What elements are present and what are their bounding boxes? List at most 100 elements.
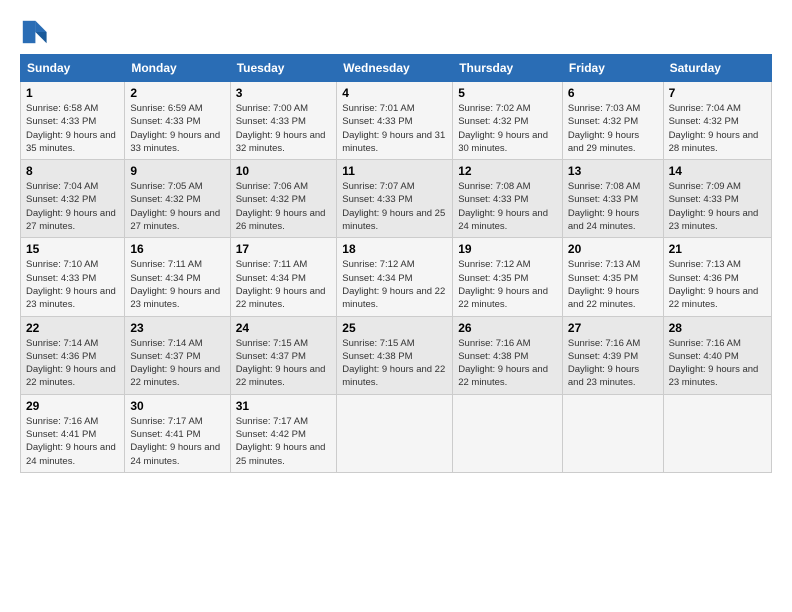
header-friday: Friday <box>562 55 663 82</box>
day-number: 14 <box>669 164 766 178</box>
day-number: 28 <box>669 321 766 335</box>
day-cell <box>562 394 663 472</box>
day-cell: 27 Sunrise: 7:16 AMSunset: 4:39 PMDaylig… <box>562 316 663 394</box>
page: SundayMondayTuesdayWednesdayThursdayFrid… <box>0 0 792 485</box>
day-cell: 8 Sunrise: 7:04 AMSunset: 4:32 PMDayligh… <box>21 160 125 238</box>
week-row-5: 29 Sunrise: 7:16 AMSunset: 4:41 PMDaylig… <box>21 394 772 472</box>
day-cell: 31 Sunrise: 7:17 AMSunset: 4:42 PMDaylig… <box>230 394 337 472</box>
day-cell: 9 Sunrise: 7:05 AMSunset: 4:32 PMDayligh… <box>125 160 230 238</box>
day-number: 27 <box>568 321 658 335</box>
day-cell: 2 Sunrise: 6:59 AMSunset: 4:33 PMDayligh… <box>125 82 230 160</box>
week-row-2: 8 Sunrise: 7:04 AMSunset: 4:32 PMDayligh… <box>21 160 772 238</box>
calendar-table: SundayMondayTuesdayWednesdayThursdayFrid… <box>20 54 772 473</box>
day-number: 17 <box>236 242 332 256</box>
day-info: Sunrise: 7:16 AMSunset: 4:40 PMDaylight:… <box>669 337 766 390</box>
day-info: Sunrise: 7:15 AMSunset: 4:38 PMDaylight:… <box>342 337 447 390</box>
day-number: 22 <box>26 321 119 335</box>
day-cell: 23 Sunrise: 7:14 AMSunset: 4:37 PMDaylig… <box>125 316 230 394</box>
day-cell: 26 Sunrise: 7:16 AMSunset: 4:38 PMDaylig… <box>453 316 563 394</box>
day-cell: 24 Sunrise: 7:15 AMSunset: 4:37 PMDaylig… <box>230 316 337 394</box>
day-cell: 21 Sunrise: 7:13 AMSunset: 4:36 PMDaylig… <box>663 238 771 316</box>
day-cell: 4 Sunrise: 7:01 AMSunset: 4:33 PMDayligh… <box>337 82 453 160</box>
header <box>20 18 772 46</box>
day-cell: 5 Sunrise: 7:02 AMSunset: 4:32 PMDayligh… <box>453 82 563 160</box>
day-info: Sunrise: 7:09 AMSunset: 4:33 PMDaylight:… <box>669 180 766 233</box>
day-cell: 16 Sunrise: 7:11 AMSunset: 4:34 PMDaylig… <box>125 238 230 316</box>
day-number: 31 <box>236 399 332 413</box>
day-cell: 6 Sunrise: 7:03 AMSunset: 4:32 PMDayligh… <box>562 82 663 160</box>
day-info: Sunrise: 7:13 AMSunset: 4:36 PMDaylight:… <box>669 258 766 311</box>
day-info: Sunrise: 7:16 AMSunset: 4:41 PMDaylight:… <box>26 415 119 468</box>
day-info: Sunrise: 7:12 AMSunset: 4:34 PMDaylight:… <box>342 258 447 311</box>
day-info: Sunrise: 7:07 AMSunset: 4:33 PMDaylight:… <box>342 180 447 233</box>
day-number: 30 <box>130 399 224 413</box>
header-monday: Monday <box>125 55 230 82</box>
day-cell: 22 Sunrise: 7:14 AMSunset: 4:36 PMDaylig… <box>21 316 125 394</box>
day-cell: 14 Sunrise: 7:09 AMSunset: 4:33 PMDaylig… <box>663 160 771 238</box>
day-number: 11 <box>342 164 447 178</box>
header-wednesday: Wednesday <box>337 55 453 82</box>
day-number: 26 <box>458 321 557 335</box>
logo-icon <box>20 18 48 46</box>
day-cell: 30 Sunrise: 7:17 AMSunset: 4:41 PMDaylig… <box>125 394 230 472</box>
day-number: 3 <box>236 86 332 100</box>
day-number: 25 <box>342 321 447 335</box>
day-info: Sunrise: 7:04 AMSunset: 4:32 PMDaylight:… <box>26 180 119 233</box>
day-cell <box>453 394 563 472</box>
day-number: 16 <box>130 242 224 256</box>
day-number: 23 <box>130 321 224 335</box>
day-number: 12 <box>458 164 557 178</box>
day-cell: 20 Sunrise: 7:13 AMSunset: 4:35 PMDaylig… <box>562 238 663 316</box>
calendar-header-row: SundayMondayTuesdayWednesdayThursdayFrid… <box>21 55 772 82</box>
day-cell: 7 Sunrise: 7:04 AMSunset: 4:32 PMDayligh… <box>663 82 771 160</box>
day-info: Sunrise: 7:05 AMSunset: 4:32 PMDaylight:… <box>130 180 224 233</box>
day-number: 7 <box>669 86 766 100</box>
week-row-4: 22 Sunrise: 7:14 AMSunset: 4:36 PMDaylig… <box>21 316 772 394</box>
day-number: 4 <box>342 86 447 100</box>
day-info: Sunrise: 7:12 AMSunset: 4:35 PMDaylight:… <box>458 258 557 311</box>
day-cell: 11 Sunrise: 7:07 AMSunset: 4:33 PMDaylig… <box>337 160 453 238</box>
day-cell: 17 Sunrise: 7:11 AMSunset: 4:34 PMDaylig… <box>230 238 337 316</box>
header-saturday: Saturday <box>663 55 771 82</box>
day-number: 8 <box>26 164 119 178</box>
day-number: 15 <box>26 242 119 256</box>
day-info: Sunrise: 7:02 AMSunset: 4:32 PMDaylight:… <box>458 102 557 155</box>
day-info: Sunrise: 7:11 AMSunset: 4:34 PMDaylight:… <box>236 258 332 311</box>
logo <box>20 18 52 46</box>
day-number: 2 <box>130 86 224 100</box>
day-info: Sunrise: 7:16 AMSunset: 4:39 PMDaylight:… <box>568 337 658 390</box>
day-number: 29 <box>26 399 119 413</box>
day-info: Sunrise: 7:10 AMSunset: 4:33 PMDaylight:… <box>26 258 119 311</box>
day-number: 13 <box>568 164 658 178</box>
day-cell: 19 Sunrise: 7:12 AMSunset: 4:35 PMDaylig… <box>453 238 563 316</box>
day-number: 24 <box>236 321 332 335</box>
day-number: 21 <box>669 242 766 256</box>
day-info: Sunrise: 7:08 AMSunset: 4:33 PMDaylight:… <box>458 180 557 233</box>
header-sunday: Sunday <box>21 55 125 82</box>
day-info: Sunrise: 6:58 AMSunset: 4:33 PMDaylight:… <box>26 102 119 155</box>
day-number: 9 <box>130 164 224 178</box>
day-number: 19 <box>458 242 557 256</box>
day-number: 10 <box>236 164 332 178</box>
day-cell: 1 Sunrise: 6:58 AMSunset: 4:33 PMDayligh… <box>21 82 125 160</box>
day-cell: 25 Sunrise: 7:15 AMSunset: 4:38 PMDaylig… <box>337 316 453 394</box>
day-info: Sunrise: 7:08 AMSunset: 4:33 PMDaylight:… <box>568 180 658 233</box>
day-cell: 12 Sunrise: 7:08 AMSunset: 4:33 PMDaylig… <box>453 160 563 238</box>
day-cell: 15 Sunrise: 7:10 AMSunset: 4:33 PMDaylig… <box>21 238 125 316</box>
day-info: Sunrise: 7:00 AMSunset: 4:33 PMDaylight:… <box>236 102 332 155</box>
day-info: Sunrise: 6:59 AMSunset: 4:33 PMDaylight:… <box>130 102 224 155</box>
day-cell: 18 Sunrise: 7:12 AMSunset: 4:34 PMDaylig… <box>337 238 453 316</box>
day-number: 18 <box>342 242 447 256</box>
day-info: Sunrise: 7:13 AMSunset: 4:35 PMDaylight:… <box>568 258 658 311</box>
day-info: Sunrise: 7:16 AMSunset: 4:38 PMDaylight:… <box>458 337 557 390</box>
week-row-3: 15 Sunrise: 7:10 AMSunset: 4:33 PMDaylig… <box>21 238 772 316</box>
day-info: Sunrise: 7:14 AMSunset: 4:36 PMDaylight:… <box>26 337 119 390</box>
day-info: Sunrise: 7:03 AMSunset: 4:32 PMDaylight:… <box>568 102 658 155</box>
header-thursday: Thursday <box>453 55 563 82</box>
day-cell: 10 Sunrise: 7:06 AMSunset: 4:32 PMDaylig… <box>230 160 337 238</box>
day-info: Sunrise: 7:04 AMSunset: 4:32 PMDaylight:… <box>669 102 766 155</box>
day-info: Sunrise: 7:17 AMSunset: 4:41 PMDaylight:… <box>130 415 224 468</box>
day-cell: 13 Sunrise: 7:08 AMSunset: 4:33 PMDaylig… <box>562 160 663 238</box>
day-info: Sunrise: 7:17 AMSunset: 4:42 PMDaylight:… <box>236 415 332 468</box>
day-info: Sunrise: 7:06 AMSunset: 4:32 PMDaylight:… <box>236 180 332 233</box>
